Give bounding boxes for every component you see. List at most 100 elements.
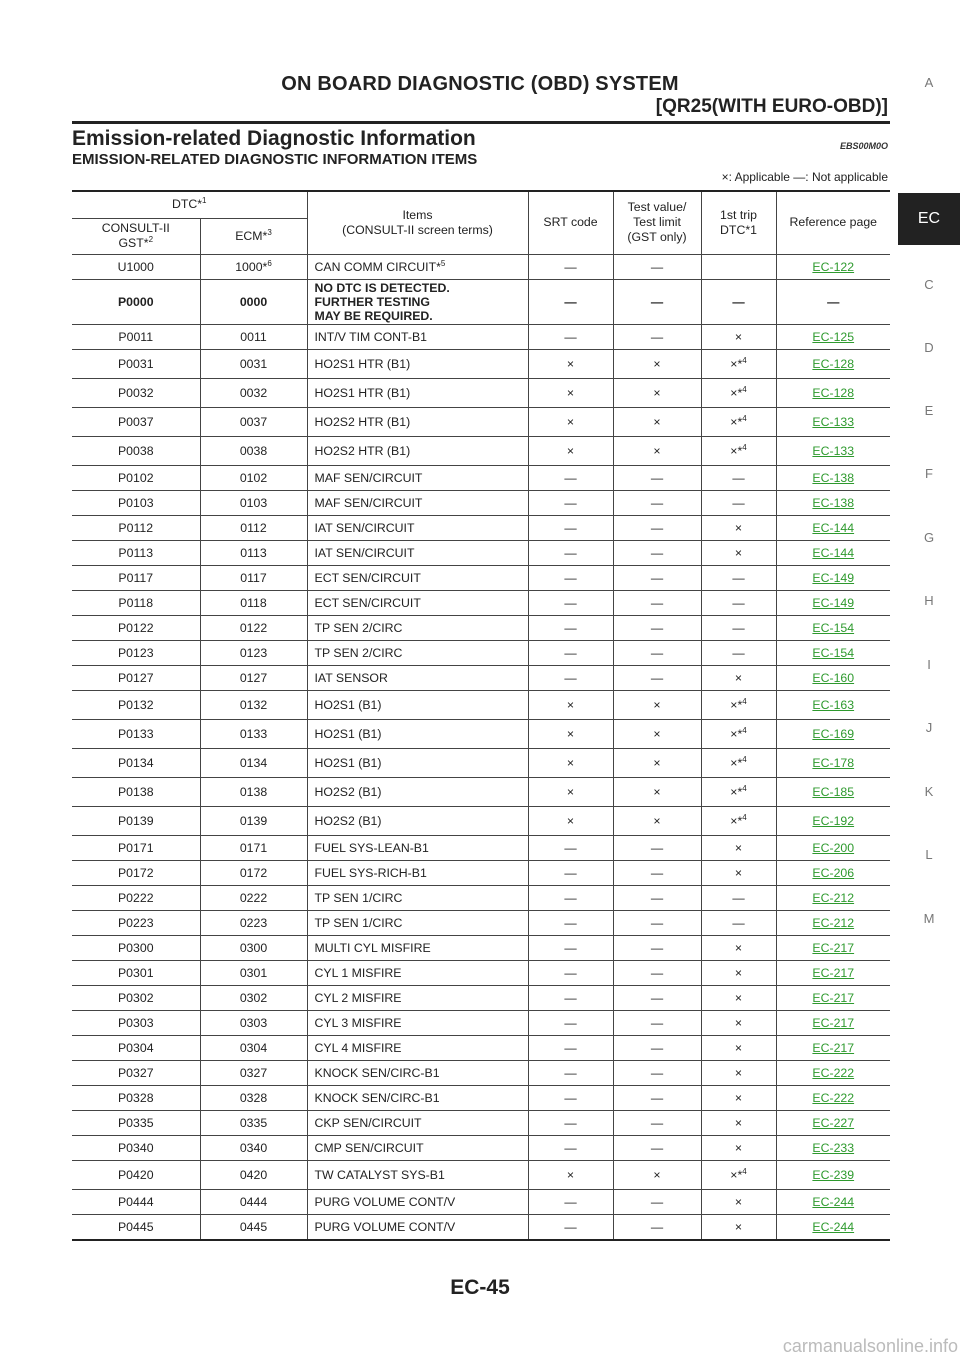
section-tab-m[interactable]: M [898,911,960,926]
srt-code: — [564,890,577,905]
section-tab-ec[interactable]: EC [898,193,960,245]
reference-page-link[interactable]: EC-138 [812,471,854,485]
consult-gst-code: P0103 [117,495,154,510]
table-row: P0038 0038 HO2S2 HTR (B1) × × ×*4 EC-133 [72,436,890,466]
ecm-code: 0134 [239,755,268,770]
item-name: MULTI CYL MISFIRE [314,940,431,955]
ecm-code: 0000 [239,294,268,309]
item-name: CYL 4 MISFIRE [314,1040,402,1055]
test-value: × [653,697,661,712]
consult-gst-code: P0031 [117,356,154,371]
reference-page-link[interactable]: EC-169 [812,727,854,741]
reference-page-link[interactable]: EC-154 [812,621,854,635]
srt-code: — [564,470,577,485]
consult-gst-code: P0328 [117,1090,154,1105]
reference-page-link[interactable]: EC-160 [812,671,854,685]
section-tab-k[interactable]: K [898,784,960,799]
ecm-code: 0127 [239,670,268,685]
reference-page-link[interactable]: EC-217 [812,1016,854,1030]
reference-page-link[interactable]: EC-133 [812,444,854,458]
consult-gst-code: P0171 [117,840,154,855]
srt-code: — [564,495,577,510]
section-tab-g[interactable]: G [898,530,960,545]
first-trip: × [734,1219,743,1234]
ecm-code: 0340 [239,1140,268,1155]
test-value: — [650,890,664,905]
reference-page-link[interactable]: EC-217 [812,1041,854,1055]
reference-page-link[interactable]: EC-144 [812,546,854,560]
item-name: IAT SENSOR [314,670,388,685]
ecm-code: 0335 [239,1115,268,1130]
test-value: — [650,1065,664,1080]
table-row: P0000 0000 NO DTC IS DETECTED. FURTHER TEST… [72,279,890,325]
reference-page-link[interactable]: EC-178 [812,756,854,770]
item-name: NO DTC IS DETECTED. [314,280,450,295]
reference-page-link[interactable]: EC-144 [812,521,854,535]
consult-gst-code: P0037 [117,414,154,429]
reference-page-link[interactable]: EC-222 [812,1091,854,1105]
ecm-code: 0118 [240,595,267,610]
reference-page-link[interactable]: EC-192 [812,814,854,828]
table-row: P0327 0327 KNOCK SEN/CIRC-B1 — — × EC-222 [72,1060,890,1086]
test-value: × [653,1167,661,1182]
reference-page-link[interactable]: EC-217 [812,966,854,980]
srt-code: — [564,645,577,660]
reference-page-link[interactable]: EC-154 [812,646,854,660]
srt-code: × [566,697,575,712]
item-name: HO2S2 (B1) [314,784,382,799]
section-tab-l[interactable]: L [898,847,960,862]
consult-gst-code: P0172 [117,865,154,880]
srt-code: — [564,990,577,1005]
reference-page-link[interactable]: EC-212 [812,891,854,905]
section-tab-f[interactable]: F [898,466,960,481]
reference-page-link[interactable]: EC-163 [812,698,854,712]
reference-page-link[interactable]: EC-128 [812,386,854,400]
item-name: ECT SEN/CIRCUIT [314,570,421,585]
reference-page-link[interactable]: EC-244 [812,1220,854,1234]
reference-page-link[interactable]: EC-217 [812,941,854,955]
reference-page-link[interactable]: EC-133 [812,415,854,429]
first-trip: — [732,570,745,585]
item-name: HO2S1 HTR (B1) [314,385,411,400]
reference-page-link[interactable]: EC-149 [812,571,854,585]
reference-page-link[interactable]: EC-122 [812,260,854,274]
reference-page-link[interactable]: EC-125 [812,330,854,344]
first-trip: × [734,940,743,955]
reference-page-link[interactable]: EC-227 [812,1116,854,1130]
reference-page-link[interactable]: EC-222 [812,1066,854,1080]
reference-page-link[interactable]: EC-138 [812,496,854,510]
reference-page-link[interactable]: EC-128 [812,357,854,371]
consult-gst-code: P0118 [118,595,154,610]
item-name: CAN COMM CIRCUIT* [314,259,441,274]
reference-page-link[interactable]: EC-200 [812,841,854,855]
table-row: P0171 0171 FUEL SYS-LEAN-B1 — — × EC-200 [72,835,890,861]
section-tab-h[interactable]: H [898,593,960,608]
test-value: — [650,990,664,1005]
reference-page-link[interactable]: EC-185 [812,785,854,799]
section-tab-j[interactable]: J [898,720,960,735]
first-trip: × [734,990,743,1005]
ecm-code: 0102 [239,470,268,485]
section-tab-c[interactable]: C [898,277,960,292]
srt-code: — [564,259,577,274]
reference-page-link[interactable]: EC-212 [812,916,854,930]
ecm-code: 1000* [235,259,268,274]
consult-gst-code: P0444 [117,1194,154,1209]
srt-code: — [564,670,577,685]
section-tab-d[interactable]: D [898,340,960,355]
item-name: CYL 1 MISFIRE [314,965,402,980]
reference-page-link[interactable]: EC-206 [812,866,854,880]
reference-page-link[interactable]: EC-217 [812,991,854,1005]
consult-gst-code: P0038 [117,443,154,458]
consult-gst-code: P0222 [117,890,154,905]
section-tab-a[interactable]: A [898,75,960,90]
reference-page-link[interactable]: EC-239 [812,1168,854,1182]
reference-page-link[interactable]: EC-233 [812,1141,854,1155]
srt-code: — [564,1065,577,1080]
test-value: — [650,570,664,585]
table-row: U1000 1000*6 CAN COMM CIRCUIT*5— — EC-122 [72,254,890,280]
section-tab-i[interactable]: I [898,657,960,672]
section-tab-e[interactable]: E [898,403,960,418]
reference-page-link[interactable]: EC-244 [812,1195,854,1209]
reference-page-link[interactable]: EC-149 [812,596,854,610]
